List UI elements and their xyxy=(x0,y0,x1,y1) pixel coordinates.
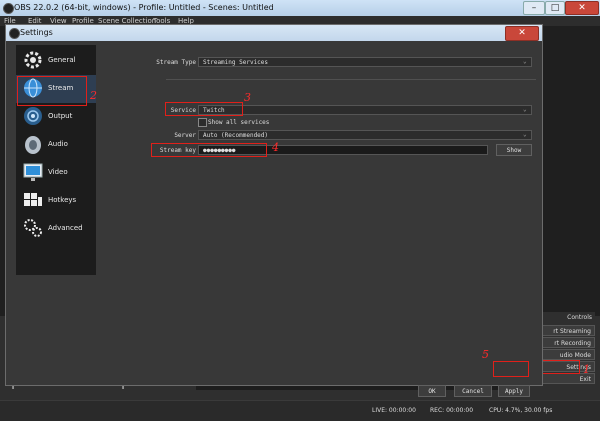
sidebar-item-label: Video xyxy=(48,168,68,176)
annotation-1: 1 xyxy=(583,363,590,376)
stream-key-value: ●●●●●●●●● xyxy=(203,147,236,154)
divider xyxy=(166,79,536,80)
chevron-down-icon: ⌄ xyxy=(523,131,527,138)
sidebar-item-stream[interactable]: Stream xyxy=(16,75,96,103)
live-status: LIVE: 00:00:00 xyxy=(372,407,416,414)
window-title: OBS 22.0.2 (64-bit, windows) - Profile: … xyxy=(14,3,274,12)
keyboard-icon xyxy=(24,193,42,206)
close-button[interactable]: ✕ xyxy=(565,1,599,15)
cancel-button[interactable]: Cancel xyxy=(454,385,492,397)
service-dropdown[interactable]: Twitch ⌄ xyxy=(198,105,532,115)
annotation-5: 5 xyxy=(482,348,489,361)
maximize-button[interactable]: □ xyxy=(545,1,565,15)
sidebar-item-label: Audio xyxy=(48,140,68,148)
sidebar-item-label: Stream xyxy=(48,84,74,92)
obs-titlebar: OBS 22.0.2 (64-bit, windows) - Profile: … xyxy=(0,0,600,16)
obs-logo-icon xyxy=(3,3,14,14)
stream-key-label: Stream key xyxy=(159,147,196,154)
settings-dialog: Settings ✕ General Stream Output Audio V… xyxy=(5,24,543,397)
globe-icon xyxy=(24,78,42,98)
chevron-down-icon: ⌄ xyxy=(523,58,527,65)
obs-logo-icon xyxy=(9,28,20,39)
sidebar-item-label: General xyxy=(48,56,76,64)
sidebar-item-video[interactable]: Video xyxy=(16,159,96,187)
stream-type-label: Stream Type xyxy=(156,59,196,66)
chevron-down-icon: ⌄ xyxy=(523,106,527,113)
cpu-status: CPU: 4.7%, 30.00 fps xyxy=(489,407,553,414)
sidebar-item-label: Hotkeys xyxy=(48,196,77,204)
controls-dock: Controls rt Streaming rt Recording udio … xyxy=(533,312,600,392)
sidebar-item-output[interactable]: Output xyxy=(16,103,96,131)
sidebar-item-advanced[interactable]: Advanced xyxy=(16,215,96,243)
gear-icon xyxy=(24,51,42,69)
sidebar-item-audio[interactable]: Audio xyxy=(16,131,96,159)
settings-titlebar: Settings ✕ xyxy=(6,25,542,41)
apply-button[interactable]: Apply xyxy=(498,385,530,397)
stream-key-input[interactable]: ●●●●●●●●● xyxy=(198,145,488,155)
sidebar-item-label: Output xyxy=(48,112,73,120)
server-value: Auto (Recommended) xyxy=(203,132,269,139)
sidebar-item-general[interactable]: General xyxy=(16,47,96,75)
show-key-button[interactable]: Show xyxy=(496,144,532,156)
show-all-checkbox[interactable] xyxy=(198,118,207,127)
monitor-icon xyxy=(23,163,43,181)
sidebar-item-hotkeys[interactable]: Hotkeys xyxy=(16,187,96,215)
rec-status: REC: 00:00:00 xyxy=(430,407,474,414)
annotation-2: 2 xyxy=(90,89,97,102)
settings-close-button[interactable]: ✕ xyxy=(505,26,539,41)
gears-icon xyxy=(24,219,42,237)
minimize-button[interactable]: – xyxy=(523,1,545,15)
sidebar-item-label: Advanced xyxy=(48,224,83,232)
settings-title: Settings xyxy=(20,28,53,37)
stream-type-dropdown[interactable]: Streaming Services ⌄ xyxy=(198,57,532,67)
stream-settings-panel: Stream Type Streaming Services ⌄ Service… xyxy=(102,45,538,397)
status-bar: LIVE: 00:00:00 REC: 00:00:00 CPU: 4.7%, … xyxy=(0,400,600,421)
output-icon xyxy=(24,107,42,125)
annotation-3: 3 xyxy=(244,91,251,104)
speaker-icon xyxy=(25,136,41,154)
show-all-label: Show all services xyxy=(208,119,270,126)
stream-type-value: Streaming Services xyxy=(203,59,269,66)
ok-button[interactable]: OK xyxy=(418,385,446,397)
service-label: Service xyxy=(170,107,196,114)
server-dropdown[interactable]: Auto (Recommended) ⌄ xyxy=(198,130,532,140)
settings-sidebar: General Stream Output Audio Video Hotkey… xyxy=(16,45,96,275)
service-value: Twitch xyxy=(203,107,225,114)
server-label: Server xyxy=(174,132,196,139)
annotation-4: 4 xyxy=(272,141,279,154)
